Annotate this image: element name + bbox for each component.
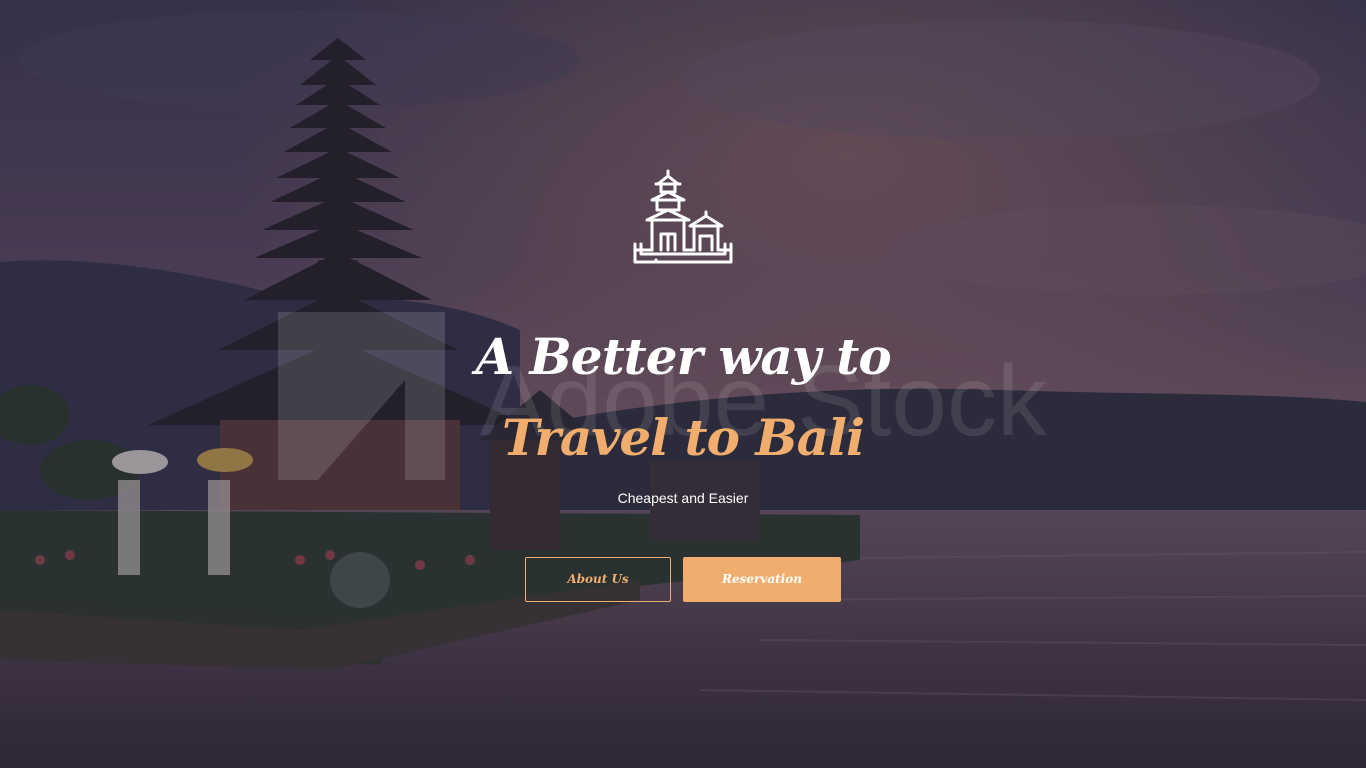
reservation-button[interactable]: Reservation: [683, 557, 841, 602]
bali-temple-icon: [633, 169, 733, 264]
hero-section: Adobe Stock: [0, 0, 1366, 768]
hero-headline-line2: Travel to Bali: [501, 408, 865, 467]
hero-tagline: Cheapest and Easier: [617, 490, 749, 506]
hero-headline-line1: A Better way to: [475, 327, 891, 386]
hero-content: A Better way to Travel to Bali Cheapest …: [0, 0, 1366, 768]
about-us-button[interactable]: About Us: [525, 557, 671, 602]
